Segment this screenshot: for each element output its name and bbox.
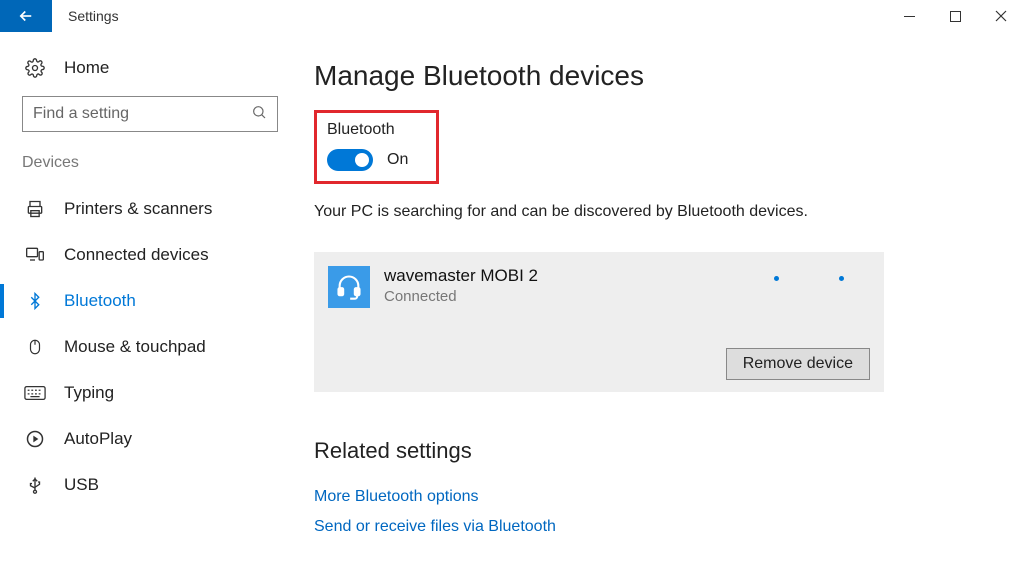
maximize-button[interactable] (932, 0, 978, 32)
keyboard-icon (24, 385, 46, 401)
main-content: Manage Bluetooth devices Bluetooth On Yo… (300, 32, 1024, 576)
device-status: Connected (384, 288, 538, 305)
sidebar-item-label: Printers & scanners (64, 199, 212, 219)
search-icon (251, 104, 267, 125)
sidebar-item-connected-devices[interactable]: Connected devices (16, 232, 284, 278)
sidebar-item-bluetooth[interactable]: Bluetooth (16, 278, 284, 324)
bluetooth-toggle[interactable] (327, 149, 373, 171)
device-name: wavemaster MOBI 2 (384, 266, 538, 286)
printer-icon (24, 199, 46, 219)
search-input[interactable]: Find a setting (22, 96, 278, 132)
section-label: Devices (16, 154, 284, 186)
related-heading: Related settings (314, 438, 984, 464)
minimize-icon (904, 11, 915, 22)
headset-icon (328, 266, 370, 308)
home-label: Home (64, 58, 109, 78)
sidebar: Home Find a setting Devices Printers & s… (0, 32, 300, 576)
sidebar-item-printers[interactable]: Printers & scanners (16, 186, 284, 232)
link-more-bluetooth-options[interactable]: More Bluetooth options (314, 482, 984, 512)
sidebar-item-label: USB (64, 475, 99, 495)
bluetooth-toggle-highlight: Bluetooth On (314, 110, 439, 184)
sidebar-item-label: Typing (64, 383, 114, 403)
remove-device-button[interactable]: Remove device (726, 348, 870, 380)
autoplay-icon (24, 429, 46, 449)
title-bar: Settings (0, 0, 1024, 32)
bluetooth-status-text: Your PC is searching for and can be disc… (314, 200, 834, 224)
minimize-button[interactable] (886, 0, 932, 32)
page-heading: Manage Bluetooth devices (314, 60, 984, 92)
devices-icon (24, 245, 46, 265)
bluetooth-icon (24, 292, 46, 310)
usb-icon (24, 475, 46, 495)
search-placeholder: Find a setting (33, 105, 129, 123)
app-title: Settings (52, 0, 119, 32)
sidebar-item-typing[interactable]: Typing (16, 370, 284, 416)
back-button[interactable] (0, 0, 52, 32)
arrow-left-icon (17, 7, 35, 25)
searching-indicator (774, 276, 844, 281)
gear-icon (24, 58, 46, 78)
device-card[interactable]: wavemaster MOBI 2 Connected Remove devic… (314, 252, 884, 392)
related-settings: Related settings More Bluetooth options … (314, 438, 984, 542)
close-icon (995, 10, 1007, 22)
sidebar-item-mouse[interactable]: Mouse & touchpad (16, 324, 284, 370)
maximize-icon (950, 11, 961, 22)
close-button[interactable] (978, 0, 1024, 32)
sidebar-item-label: Bluetooth (64, 291, 136, 311)
sidebar-item-label: Mouse & touchpad (64, 337, 206, 357)
link-send-receive-files[interactable]: Send or receive files via Bluetooth (314, 512, 984, 542)
mouse-icon (24, 337, 46, 357)
sidebar-item-autoplay[interactable]: AutoPlay (16, 416, 284, 462)
bluetooth-label: Bluetooth (327, 121, 408, 139)
sidebar-item-label: Connected devices (64, 245, 209, 265)
bluetooth-toggle-state: On (387, 151, 408, 169)
sidebar-item-usb[interactable]: USB (16, 462, 284, 508)
sidebar-item-label: AutoPlay (64, 429, 132, 449)
home-button[interactable]: Home (16, 52, 284, 92)
